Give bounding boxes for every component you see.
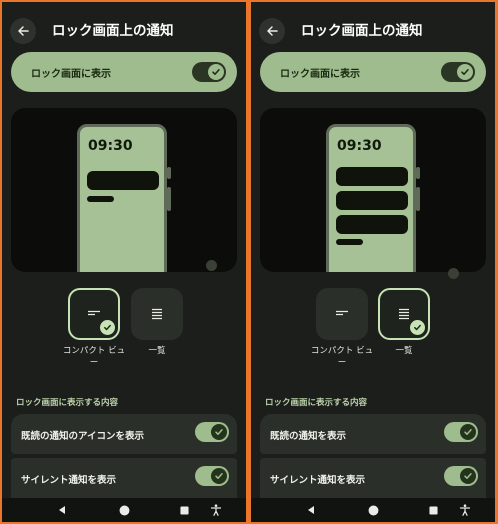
setting-row-label: 既読の通知のアイコンを表示: [21, 431, 145, 442]
check-icon: [208, 64, 224, 80]
check-icon: [460, 424, 476, 440]
style-compact-tile[interactable]: [68, 288, 120, 340]
show-on-lockscreen-toggle-row[interactable]: ロック画面に表示: [11, 52, 237, 92]
lockscreen-preview: 09:30: [11, 108, 237, 272]
list-lines-icon: [152, 308, 162, 320]
style-compact-tile[interactable]: [316, 288, 368, 340]
check-icon: [211, 468, 227, 484]
preview-notification: [87, 171, 159, 190]
section-header: ロック画面に表示する内容: [265, 398, 368, 408]
accessibility-icon[interactable]: [457, 502, 473, 518]
compact-lines-icon: [336, 310, 348, 316]
phone-mockup: 09:30: [77, 124, 167, 272]
setting-switch[interactable]: [195, 466, 229, 486]
setting-row[interactable]: サイレント通知を表示: [260, 458, 486, 498]
preview-time: 09:30: [88, 138, 133, 154]
style-list-tile[interactable]: [378, 288, 430, 340]
phone-side-button: [167, 187, 171, 211]
check-icon: [460, 468, 476, 484]
show-on-lockscreen-label: ロック画面に表示: [280, 69, 360, 80]
lockscreen-preview: 09:30: [260, 108, 486, 272]
preview-page-dot: [448, 268, 459, 279]
check-icon: [211, 424, 227, 440]
system-nav-bar: [2, 498, 246, 522]
preview-notification: [336, 167, 408, 186]
show-on-lockscreen-label: ロック画面に表示: [31, 69, 111, 80]
home-circle-icon[interactable]: [365, 502, 381, 518]
list-lines-icon: [399, 308, 409, 320]
preview-time: 09:30: [337, 138, 382, 154]
setting-switch[interactable]: [444, 422, 478, 442]
back-button[interactable]: [259, 18, 285, 44]
show-on-lockscreen-switch[interactable]: [192, 62, 226, 82]
phone-side-button: [416, 187, 420, 211]
accessibility-icon[interactable]: [208, 502, 224, 518]
setting-switch[interactable]: [195, 422, 229, 442]
style-list-tile[interactable]: [131, 288, 183, 340]
phone-mockup: 09:30: [326, 124, 416, 272]
system-nav-bar: [251, 498, 495, 522]
style-list-label: 一覧: [395, 346, 413, 356]
setting-switch[interactable]: [444, 466, 478, 486]
preview-notification: [336, 191, 408, 210]
settings-screen-compact: ロック画面上の通知 ロック画面に表示 09:30 コンパクト ビュー 一覧 ロッ…: [2, 2, 246, 522]
page-title: ロック画面上の通知: [52, 23, 174, 39]
setting-row[interactable]: 既読の通知を表示: [260, 414, 486, 454]
style-list-label: 一覧: [148, 346, 166, 356]
recents-square-icon[interactable]: [176, 502, 192, 518]
arrow-left-icon: [267, 26, 278, 36]
show-on-lockscreen-toggle-row[interactable]: ロック画面に表示: [260, 52, 486, 92]
settings-screen-list: ロック画面上の通知 ロック画面に表示 09:30 コンパクト ビュー 一覧 ロッ…: [251, 2, 495, 522]
recents-square-icon[interactable]: [425, 502, 441, 518]
style-compact-label: コンパクト ビュー: [62, 346, 126, 368]
setting-row-label: サイレント通知を表示: [21, 475, 117, 486]
page-title: ロック画面上の通知: [301, 23, 423, 39]
back-button[interactable]: [10, 18, 36, 44]
back-triangle-icon[interactable]: [54, 502, 70, 518]
setting-row[interactable]: サイレント通知を表示: [11, 458, 237, 498]
phone-side-button: [167, 167, 171, 179]
check-icon: [100, 320, 115, 335]
phone-side-button: [416, 167, 420, 179]
preview-page-dot: [206, 260, 217, 271]
preview-notification-bar: [87, 196, 114, 202]
back-triangle-icon[interactable]: [303, 502, 319, 518]
check-icon: [410, 320, 425, 335]
setting-row[interactable]: 既読の通知のアイコンを表示: [11, 414, 237, 454]
setting-row-label: 既読の通知を表示: [270, 431, 347, 442]
preview-notification-bar: [336, 239, 363, 245]
show-on-lockscreen-switch[interactable]: [441, 62, 475, 82]
home-circle-icon[interactable]: [116, 502, 132, 518]
section-header: ロック画面に表示する内容: [16, 398, 119, 408]
check-icon: [457, 64, 473, 80]
preview-notification: [336, 215, 408, 234]
style-compact-label: コンパクト ビュー: [310, 346, 374, 368]
compact-lines-icon: [88, 310, 100, 316]
arrow-left-icon: [18, 26, 29, 36]
setting-row-label: サイレント通知を表示: [270, 475, 366, 486]
